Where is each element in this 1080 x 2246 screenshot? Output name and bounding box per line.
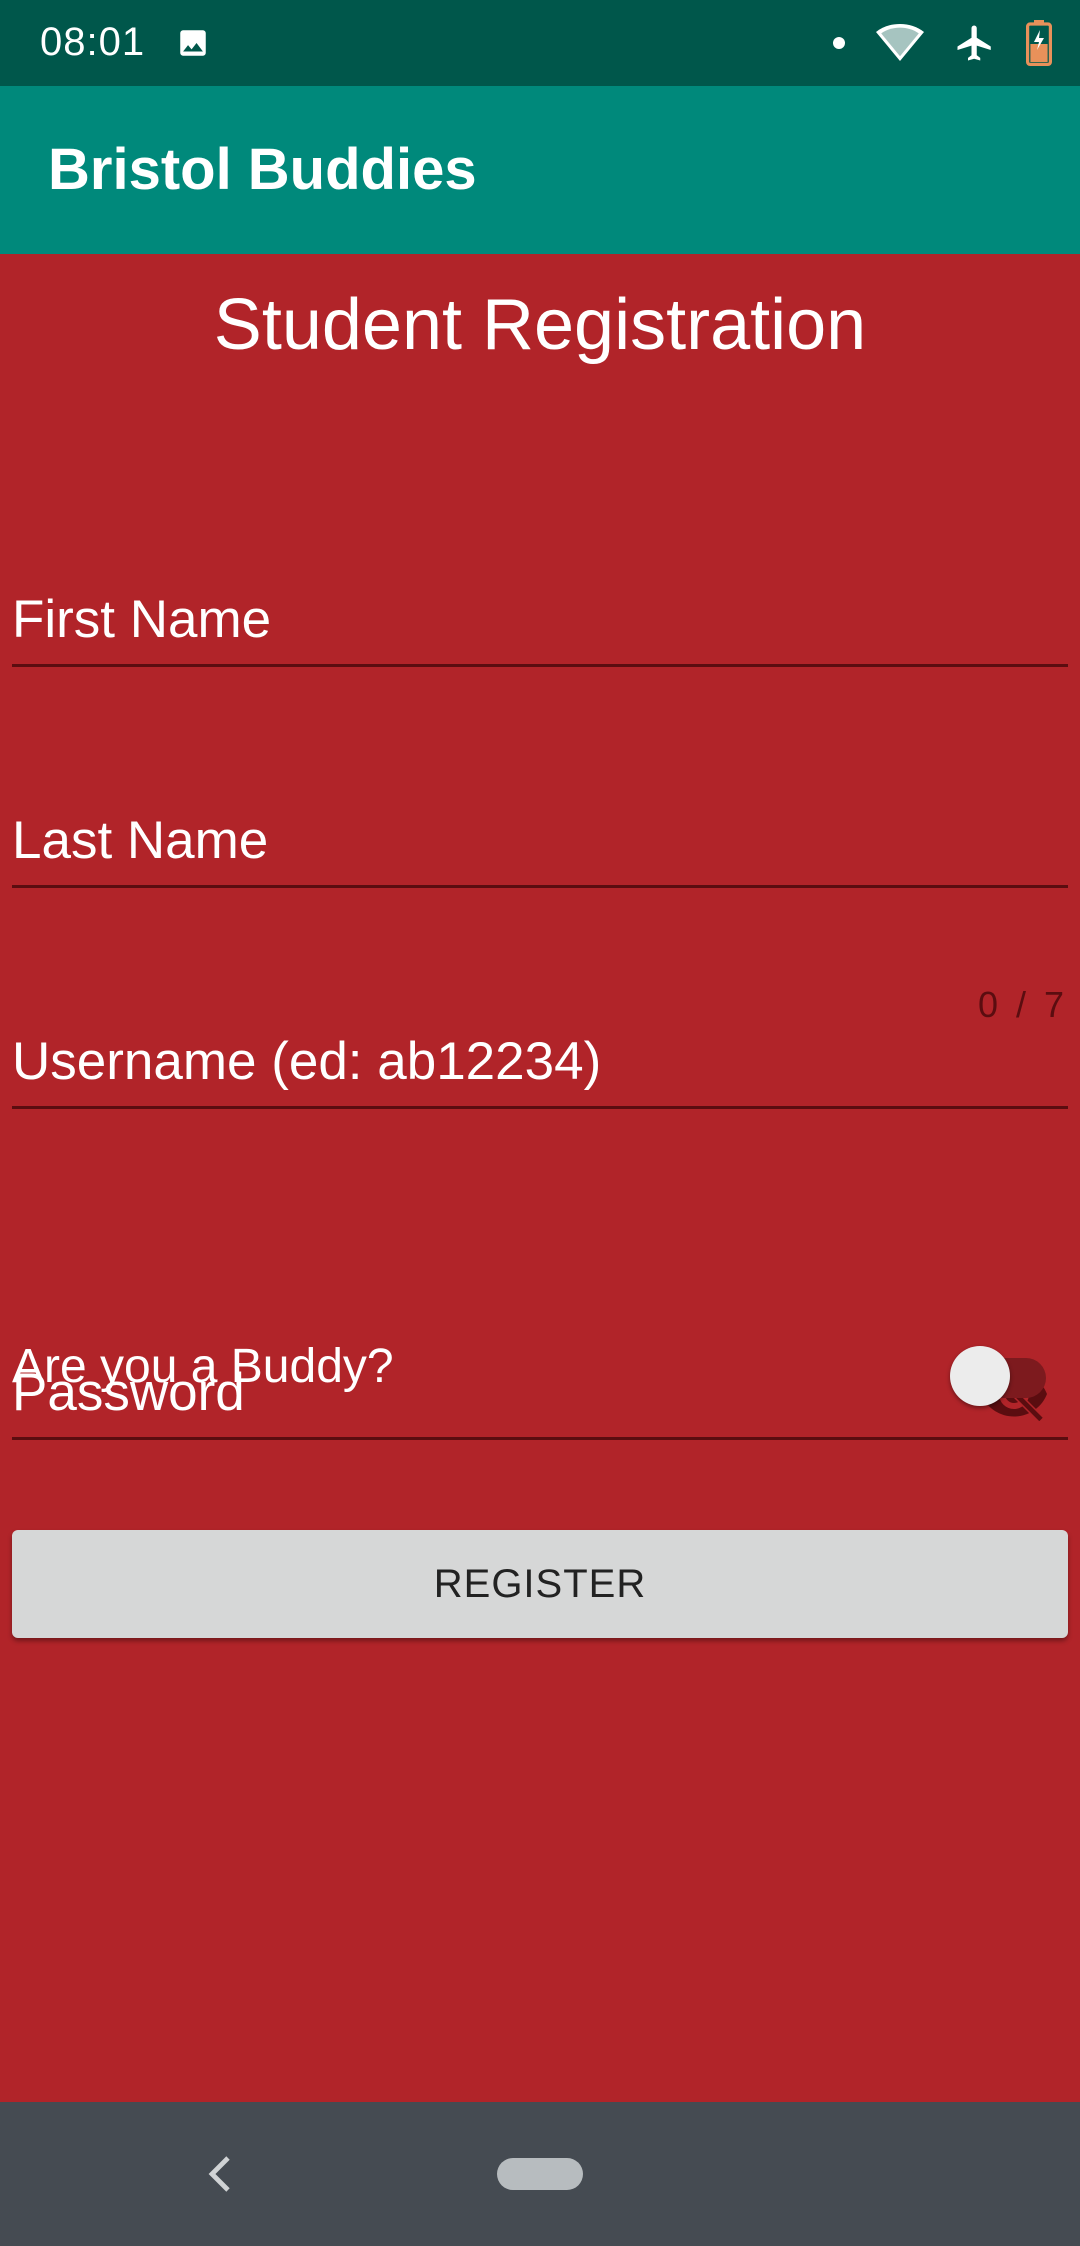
- switch-thumb: [950, 1346, 1010, 1406]
- airplane-mode-icon: [957, 25, 991, 61]
- first-name-field[interactable]: First Name: [12, 564, 1068, 667]
- buddy-toggle-switch[interactable]: [950, 1342, 1046, 1406]
- last-name-input[interactable]: [12, 785, 1068, 885]
- register-button[interactable]: REGISTER: [12, 1530, 1068, 1638]
- battery-icon: [1026, 20, 1052, 66]
- back-icon[interactable]: [206, 2154, 232, 2194]
- notification-dot-icon: [833, 37, 845, 49]
- status-bar: 08:01: [0, 0, 1080, 86]
- username-input[interactable]: [12, 1006, 1068, 1106]
- username-character-counter: 0 / 7: [977, 984, 1068, 1025]
- registration-form: Student Registration First Name Last Nam…: [0, 254, 1080, 2102]
- page-title: Student Registration: [213, 285, 867, 365]
- buddy-toggle-label: Are you a Buddy?: [12, 1340, 394, 1393]
- last-name-field[interactable]: Last Name: [12, 785, 1068, 888]
- app-title: Bristol Buddies: [48, 137, 477, 202]
- status-icons: [832, 18, 1052, 68]
- wifi-icon: [876, 24, 924, 61]
- home-pill-button[interactable]: [497, 2158, 583, 2190]
- image-icon: [180, 30, 206, 56]
- navigation-bar: [0, 2102, 1080, 2246]
- username-field[interactable]: Username (ed: ab12234): [12, 1006, 1068, 1109]
- first-name-input[interactable]: [12, 564, 1068, 664]
- status-time: 08:01: [40, 20, 146, 64]
- app-bar: Bristol Buddies: [0, 86, 1080, 254]
